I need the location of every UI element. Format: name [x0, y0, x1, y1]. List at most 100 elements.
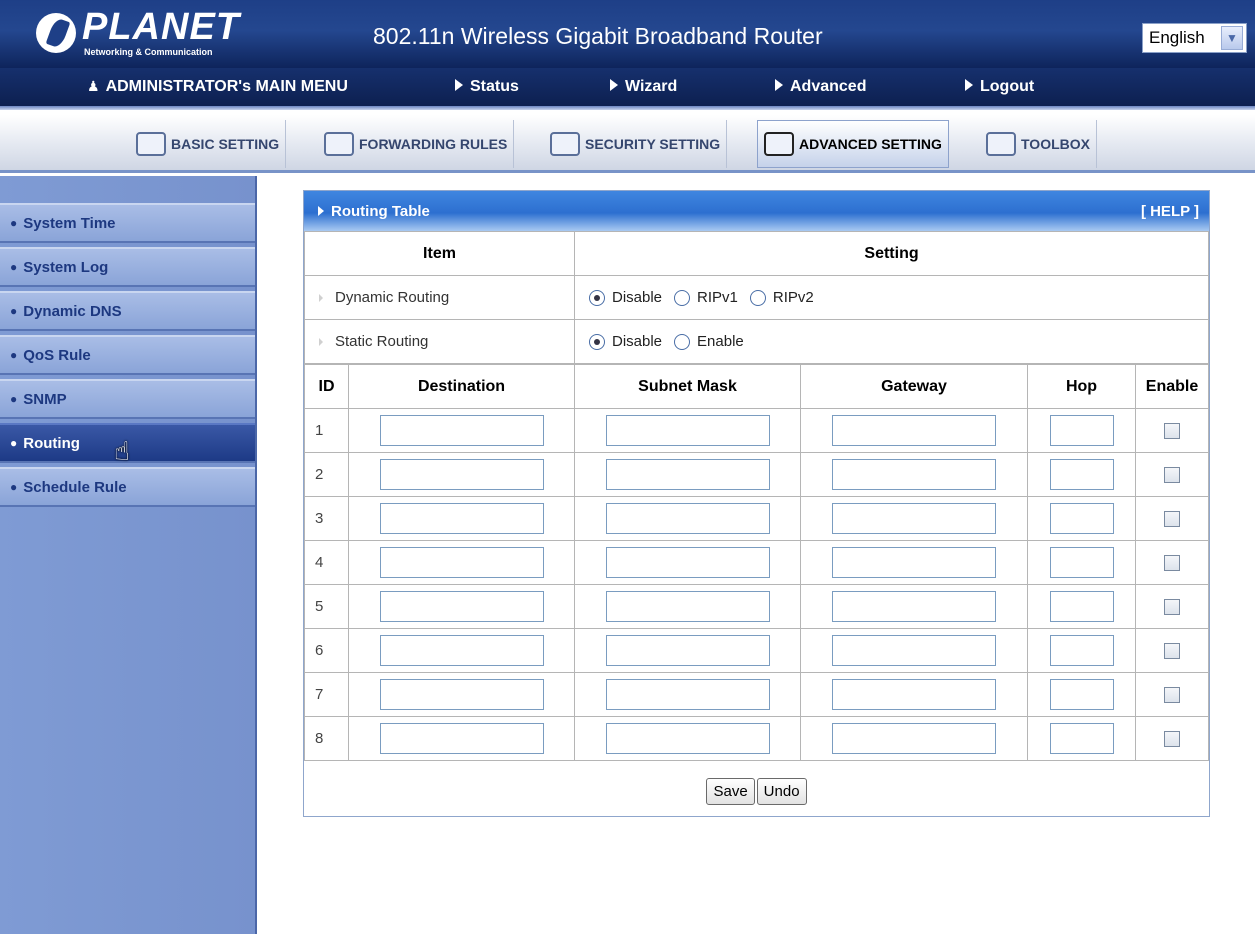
menu-admin-label: ADMINISTRATOR's MAIN MENU — [105, 78, 348, 95]
tab-toolbox[interactable]: TOOLBOX — [980, 120, 1097, 168]
enable-cell — [1135, 716, 1209, 761]
hop-input[interactable] — [1049, 635, 1114, 666]
enable-checkbox[interactable] — [1164, 687, 1180, 704]
hop-input[interactable] — [1049, 591, 1114, 622]
destination-input[interactable] — [379, 415, 544, 446]
routing-settings-table: Item Setting Dynamic Routing Disable RIP… — [304, 231, 1209, 364]
destination-cell — [348, 672, 575, 717]
static-disable-radio[interactable] — [589, 333, 605, 350]
sidebar-item-system-log[interactable]: ● System Log — [0, 247, 255, 287]
menu-advanced[interactable]: Advanced — [775, 78, 866, 96]
arrow-right-icon — [318, 206, 324, 216]
gateway-input[interactable] — [832, 591, 996, 622]
subnet-mask-cell — [574, 716, 801, 761]
static-routes-table: ID Destination Subnet Mask Gateway Hop E… — [304, 364, 1209, 761]
save-button[interactable]: Save — [706, 778, 755, 805]
tab-forwarding-rules[interactable]: FORWARDING RULES — [318, 120, 515, 168]
enable-checkbox[interactable] — [1164, 511, 1180, 528]
hop-input[interactable] — [1049, 723, 1114, 754]
gateway-input[interactable] — [832, 723, 996, 754]
arrow-right-icon — [775, 79, 783, 91]
toolbox-icon — [986, 132, 1016, 156]
tab-basic-setting[interactable]: BASIC SETTING — [130, 120, 287, 168]
page-title: 802.11n Wireless Gigabit Broadband Route… — [373, 23, 823, 49]
menu-wizard[interactable]: Wizard — [610, 78, 677, 96]
subnet-mask-input[interactable] — [605, 679, 770, 710]
tab-security-label: SECURITY SETTING — [585, 136, 721, 152]
sidebar-item-qos-rule[interactable]: ● QoS Rule — [0, 335, 255, 375]
subnet-mask-input[interactable] — [605, 591, 770, 622]
enable-checkbox[interactable] — [1164, 643, 1180, 660]
destination-input[interactable] — [379, 459, 544, 490]
gateway-input[interactable] — [832, 415, 996, 446]
bullet-icon: ● — [10, 304, 18, 318]
enable-checkbox[interactable] — [1164, 423, 1180, 440]
sidebar-item-snmp[interactable]: ● SNMP — [0, 379, 255, 419]
enable-checkbox[interactable] — [1164, 731, 1180, 748]
dynamic-ripv1-radio[interactable] — [674, 289, 691, 306]
subnet-mask-cell — [574, 628, 801, 673]
gateway-input[interactable] — [832, 459, 996, 490]
destination-input[interactable] — [379, 635, 544, 666]
tab-advanced-setting[interactable]: ADVANCED SETTING — [757, 120, 949, 168]
enable-checkbox[interactable] — [1164, 555, 1180, 572]
logo-subtext: Networking & Communication — [84, 47, 213, 57]
subnet-mask-cell — [574, 672, 801, 717]
gateway-cell — [800, 628, 1028, 673]
route-id: 2 — [304, 452, 349, 497]
button-row: Save Undo — [304, 761, 1209, 822]
subnet-mask-input[interactable] — [605, 459, 770, 490]
subnet-mask-input[interactable] — [605, 547, 770, 578]
static-enable-radio[interactable] — [674, 333, 691, 350]
dynamic-ripv2-radio[interactable] — [749, 289, 766, 306]
destination-input[interactable] — [379, 547, 544, 578]
destination-input[interactable] — [379, 503, 544, 534]
route-id: 3 — [304, 496, 349, 541]
enable-checkbox[interactable] — [1164, 467, 1180, 484]
sidebar-item-system-time[interactable]: ● System Time — [0, 203, 255, 243]
hop-input[interactable] — [1049, 547, 1114, 578]
gateway-cell — [800, 496, 1028, 541]
main-menu: ♟ ADMINISTRATOR's MAIN MENU Status Wizard… — [0, 68, 1255, 110]
subnet-mask-input[interactable] — [605, 503, 770, 534]
hop-input[interactable] — [1049, 459, 1114, 490]
enable-cell — [1135, 672, 1209, 717]
gateway-input[interactable] — [832, 547, 996, 578]
destination-input[interactable] — [379, 723, 544, 754]
destination-input[interactable] — [379, 591, 544, 622]
menu-status[interactable]: Status — [455, 78, 519, 96]
hop-input[interactable] — [1049, 503, 1114, 534]
route-id: 5 — [304, 584, 349, 629]
tab-bar: BASIC SETTING FORWARDING RULES SECURITY … — [0, 115, 1255, 173]
enable-checkbox[interactable] — [1164, 599, 1180, 616]
gateway-input[interactable] — [832, 679, 996, 710]
gateway-input[interactable] — [832, 635, 996, 666]
chevron-down-icon[interactable]: ▼ — [1221, 26, 1243, 50]
route-id: 8 — [304, 716, 349, 761]
dynamic-disable-radio[interactable] — [589, 289, 605, 306]
help-link[interactable]: [ HELP ] — [1141, 203, 1199, 220]
language-select[interactable]: English ▼ — [1142, 23, 1247, 53]
lock-icon — [550, 132, 580, 156]
destination-input[interactable] — [379, 679, 544, 710]
menu-admin[interactable]: ♟ ADMINISTRATOR's MAIN MENU — [87, 78, 348, 96]
hop-input[interactable] — [1049, 415, 1114, 446]
subnet-mask-input[interactable] — [605, 635, 770, 666]
enable-cell — [1135, 540, 1209, 585]
sidebar-item-dynamic-dns[interactable]: ● Dynamic DNS — [0, 291, 255, 331]
subnet-mask-input[interactable] — [605, 723, 770, 754]
subnet-mask-input[interactable] — [605, 415, 770, 446]
subnet-mask-cell — [574, 540, 801, 585]
routing-table-panel: Routing Table [ HELP ] Item Setting Dyna… — [303, 190, 1210, 817]
sidebar-item-label: QoS Rule — [23, 346, 91, 364]
arrow-right-icon — [455, 79, 463, 91]
arrows-icon — [324, 132, 354, 156]
bullet-icon: ● — [10, 392, 18, 406]
menu-logout[interactable]: Logout — [965, 78, 1034, 96]
gateway-input[interactable] — [832, 503, 996, 534]
destination-cell — [348, 452, 575, 497]
undo-button[interactable]: Undo — [756, 778, 807, 805]
tab-security-setting[interactable]: SECURITY SETTING — [544, 120, 728, 168]
sidebar-item-schedule-rule[interactable]: ● Schedule Rule — [0, 467, 255, 507]
hop-input[interactable] — [1049, 679, 1114, 710]
